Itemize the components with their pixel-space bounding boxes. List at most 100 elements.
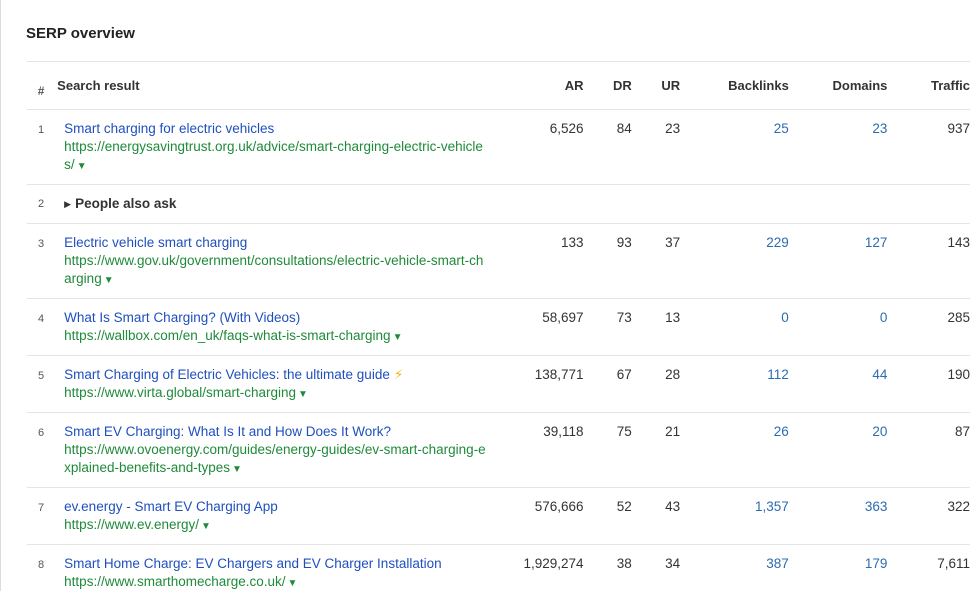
caret-down-icon[interactable]: ▼ <box>104 275 114 286</box>
result-url-link[interactable]: https://wallbox.com/en_uk/faqs-what-is-s… <box>64 327 487 347</box>
ar-value: 133 <box>487 224 584 299</box>
row-number: 6 <box>27 413 55 488</box>
col-header-backlinks[interactable]: Backlinks <box>680 62 789 110</box>
traffic-value: 87 <box>887 413 970 488</box>
col-header-num: # <box>27 62 55 110</box>
lightning-bolt-icon: ⚡ <box>394 367 403 382</box>
traffic-value: 143 <box>887 224 970 299</box>
backlinks-link[interactable]: 25 <box>680 110 789 185</box>
result-title-link[interactable]: Smart charging for electric vehicles <box>64 120 487 138</box>
search-result-cell: Smart Home Charge: EV Chargers and EV Ch… <box>55 545 487 601</box>
row-number: 2 <box>27 185 55 224</box>
dr-value: 67 <box>584 356 632 413</box>
dr-value: 73 <box>584 299 632 356</box>
ar-value: 1,929,274 <box>487 545 584 601</box>
people-also-ask-toggle[interactable]: ▶ People also ask <box>55 185 970 224</box>
backlinks-link[interactable]: 229 <box>680 224 789 299</box>
ar-value: 576,666 <box>487 488 584 545</box>
ur-value: 43 <box>632 488 680 545</box>
domains-link[interactable]: 20 <box>789 413 888 488</box>
caret-down-icon[interactable]: ▼ <box>393 332 403 343</box>
ur-value: 23 <box>632 110 680 185</box>
backlinks-link[interactable]: 0 <box>680 299 789 356</box>
col-header-dr[interactable]: DR <box>584 62 632 110</box>
caret-down-icon[interactable]: ▼ <box>201 521 211 532</box>
domains-link[interactable]: 127 <box>789 224 888 299</box>
people-also-ask-label: People also ask <box>75 196 176 211</box>
search-result-cell: Smart charging for electric vehicles http… <box>55 110 487 185</box>
result-title-link[interactable]: Smart EV Charging: What Is It and How Do… <box>64 423 487 441</box>
search-result-cell: ev.energy - Smart EV Charging Apphttps:/… <box>55 488 487 545</box>
traffic-value: 285 <box>887 299 970 356</box>
row-number: 7 <box>27 488 55 545</box>
domains-link[interactable]: 44 <box>789 356 888 413</box>
backlinks-link[interactable]: 26 <box>680 413 789 488</box>
domains-link[interactable]: 23 <box>789 110 888 185</box>
result-url-link[interactable]: https://energysavingtrust.org.uk/advice/… <box>64 138 487 176</box>
ur-value: 37 <box>632 224 680 299</box>
table-row: 5Smart Charging of Electric Vehicles: th… <box>27 356 970 413</box>
ur-value: 13 <box>632 299 680 356</box>
result-url-link[interactable]: https://www.ev.energy/▼ <box>64 516 487 536</box>
ar-value: 58,697 <box>487 299 584 356</box>
result-title-link[interactable]: Electric vehicle smart charging <box>64 234 487 252</box>
col-header-domains[interactable]: Domains <box>789 62 888 110</box>
result-url-link[interactable]: https://www.ovoenergy.com/guides/energy-… <box>64 441 487 479</box>
result-url-link[interactable]: https://www.virta.global/smart-charging▼ <box>64 384 487 404</box>
traffic-value: 7,611 <box>887 545 970 601</box>
traffic-value: 322 <box>887 488 970 545</box>
caret-down-icon[interactable]: ▼ <box>288 578 298 589</box>
result-title-text: Electric vehicle smart charging <box>64 235 247 250</box>
ar-value: 6,526 <box>487 110 584 185</box>
result-title-link[interactable]: ev.energy - Smart EV Charging App <box>64 498 487 516</box>
domains-link[interactable]: 0 <box>789 299 888 356</box>
result-url-text: https://www.ovoenergy.com/guides/energy-… <box>64 442 485 475</box>
backlinks-link[interactable]: 1,357 <box>680 488 789 545</box>
domains-link[interactable]: 179 <box>789 545 888 601</box>
caret-down-icon[interactable]: ▼ <box>232 464 242 475</box>
result-title-link[interactable]: Smart Charging of Electric Vehicles: the… <box>64 366 487 384</box>
triangle-right-icon: ▶ <box>64 199 71 209</box>
dr-value: 84 <box>584 110 632 185</box>
caret-down-icon[interactable]: ▼ <box>77 161 87 172</box>
row-number: 3 <box>27 224 55 299</box>
result-title-link[interactable]: Smart Home Charge: EV Chargers and EV Ch… <box>64 555 487 573</box>
table-header-row: # Search result AR DR UR Backlinks Domai… <box>27 62 970 110</box>
panel-title: SERP overview <box>26 25 135 42</box>
result-title-text: What Is Smart Charging? (With Videos) <box>64 310 300 325</box>
search-result-cell: Smart Charging of Electric Vehicles: the… <box>55 356 487 413</box>
result-title-text: Smart charging for electric vehicles <box>64 121 274 136</box>
backlinks-link[interactable]: 387 <box>680 545 789 601</box>
col-header-ur[interactable]: UR <box>632 62 680 110</box>
caret-down-icon[interactable]: ▼ <box>298 389 308 400</box>
result-title-text: Smart EV Charging: What Is It and How Do… <box>64 424 391 439</box>
result-title-text: Smart Home Charge: EV Chargers and EV Ch… <box>64 556 441 571</box>
result-url-link[interactable]: https://www.gov.uk/government/consultati… <box>64 252 487 290</box>
col-header-ar[interactable]: AR <box>487 62 584 110</box>
result-url-text: https://www.smarthomecharge.co.uk/ <box>64 574 285 589</box>
ur-value: 34 <box>632 545 680 601</box>
ar-value: 138,771 <box>487 356 584 413</box>
table-row: 6 Smart EV Charging: What Is It and How D… <box>27 413 970 488</box>
serp-table: # Search result AR DR UR Backlinks Domai… <box>27 61 970 601</box>
result-url-text: https://www.gov.uk/government/consultati… <box>64 253 483 286</box>
traffic-value: 190 <box>887 356 970 413</box>
result-url-text: https://www.ev.energy/ <box>64 517 199 532</box>
dr-value: 52 <box>584 488 632 545</box>
table-row: 7ev.energy - Smart EV Charging Apphttps:… <box>27 488 970 545</box>
table-row: 4What Is Smart Charging? (With Videos)ht… <box>27 299 970 356</box>
traffic-value: 937 <box>887 110 970 185</box>
table-row: 1Smart charging for electric vehicleshtt… <box>27 110 970 185</box>
dr-value: 75 <box>584 413 632 488</box>
table-row: 3 Electric vehicle smart charging https://… <box>27 224 970 299</box>
col-header-traffic[interactable]: Traffic <box>887 62 970 110</box>
domains-link[interactable]: 363 <box>789 488 888 545</box>
search-result-cell: What Is Smart Charging? (With Videos) htt… <box>55 299 487 356</box>
ar-value: 39,118 <box>487 413 584 488</box>
result-title-link[interactable]: What Is Smart Charging? (With Videos) <box>64 309 487 327</box>
result-url-text: https://wallbox.com/en_uk/faqs-what-is-s… <box>64 328 390 343</box>
backlinks-link[interactable]: 112 <box>680 356 789 413</box>
table-row: 8Smart Home Charge: EV Chargers and EV C… <box>27 545 970 601</box>
result-url-link[interactable]: https://www.smarthomecharge.co.uk/▼ <box>64 573 487 593</box>
serp-overview-panel: SERP overview # Search result AR DR UR B… <box>0 0 969 591</box>
